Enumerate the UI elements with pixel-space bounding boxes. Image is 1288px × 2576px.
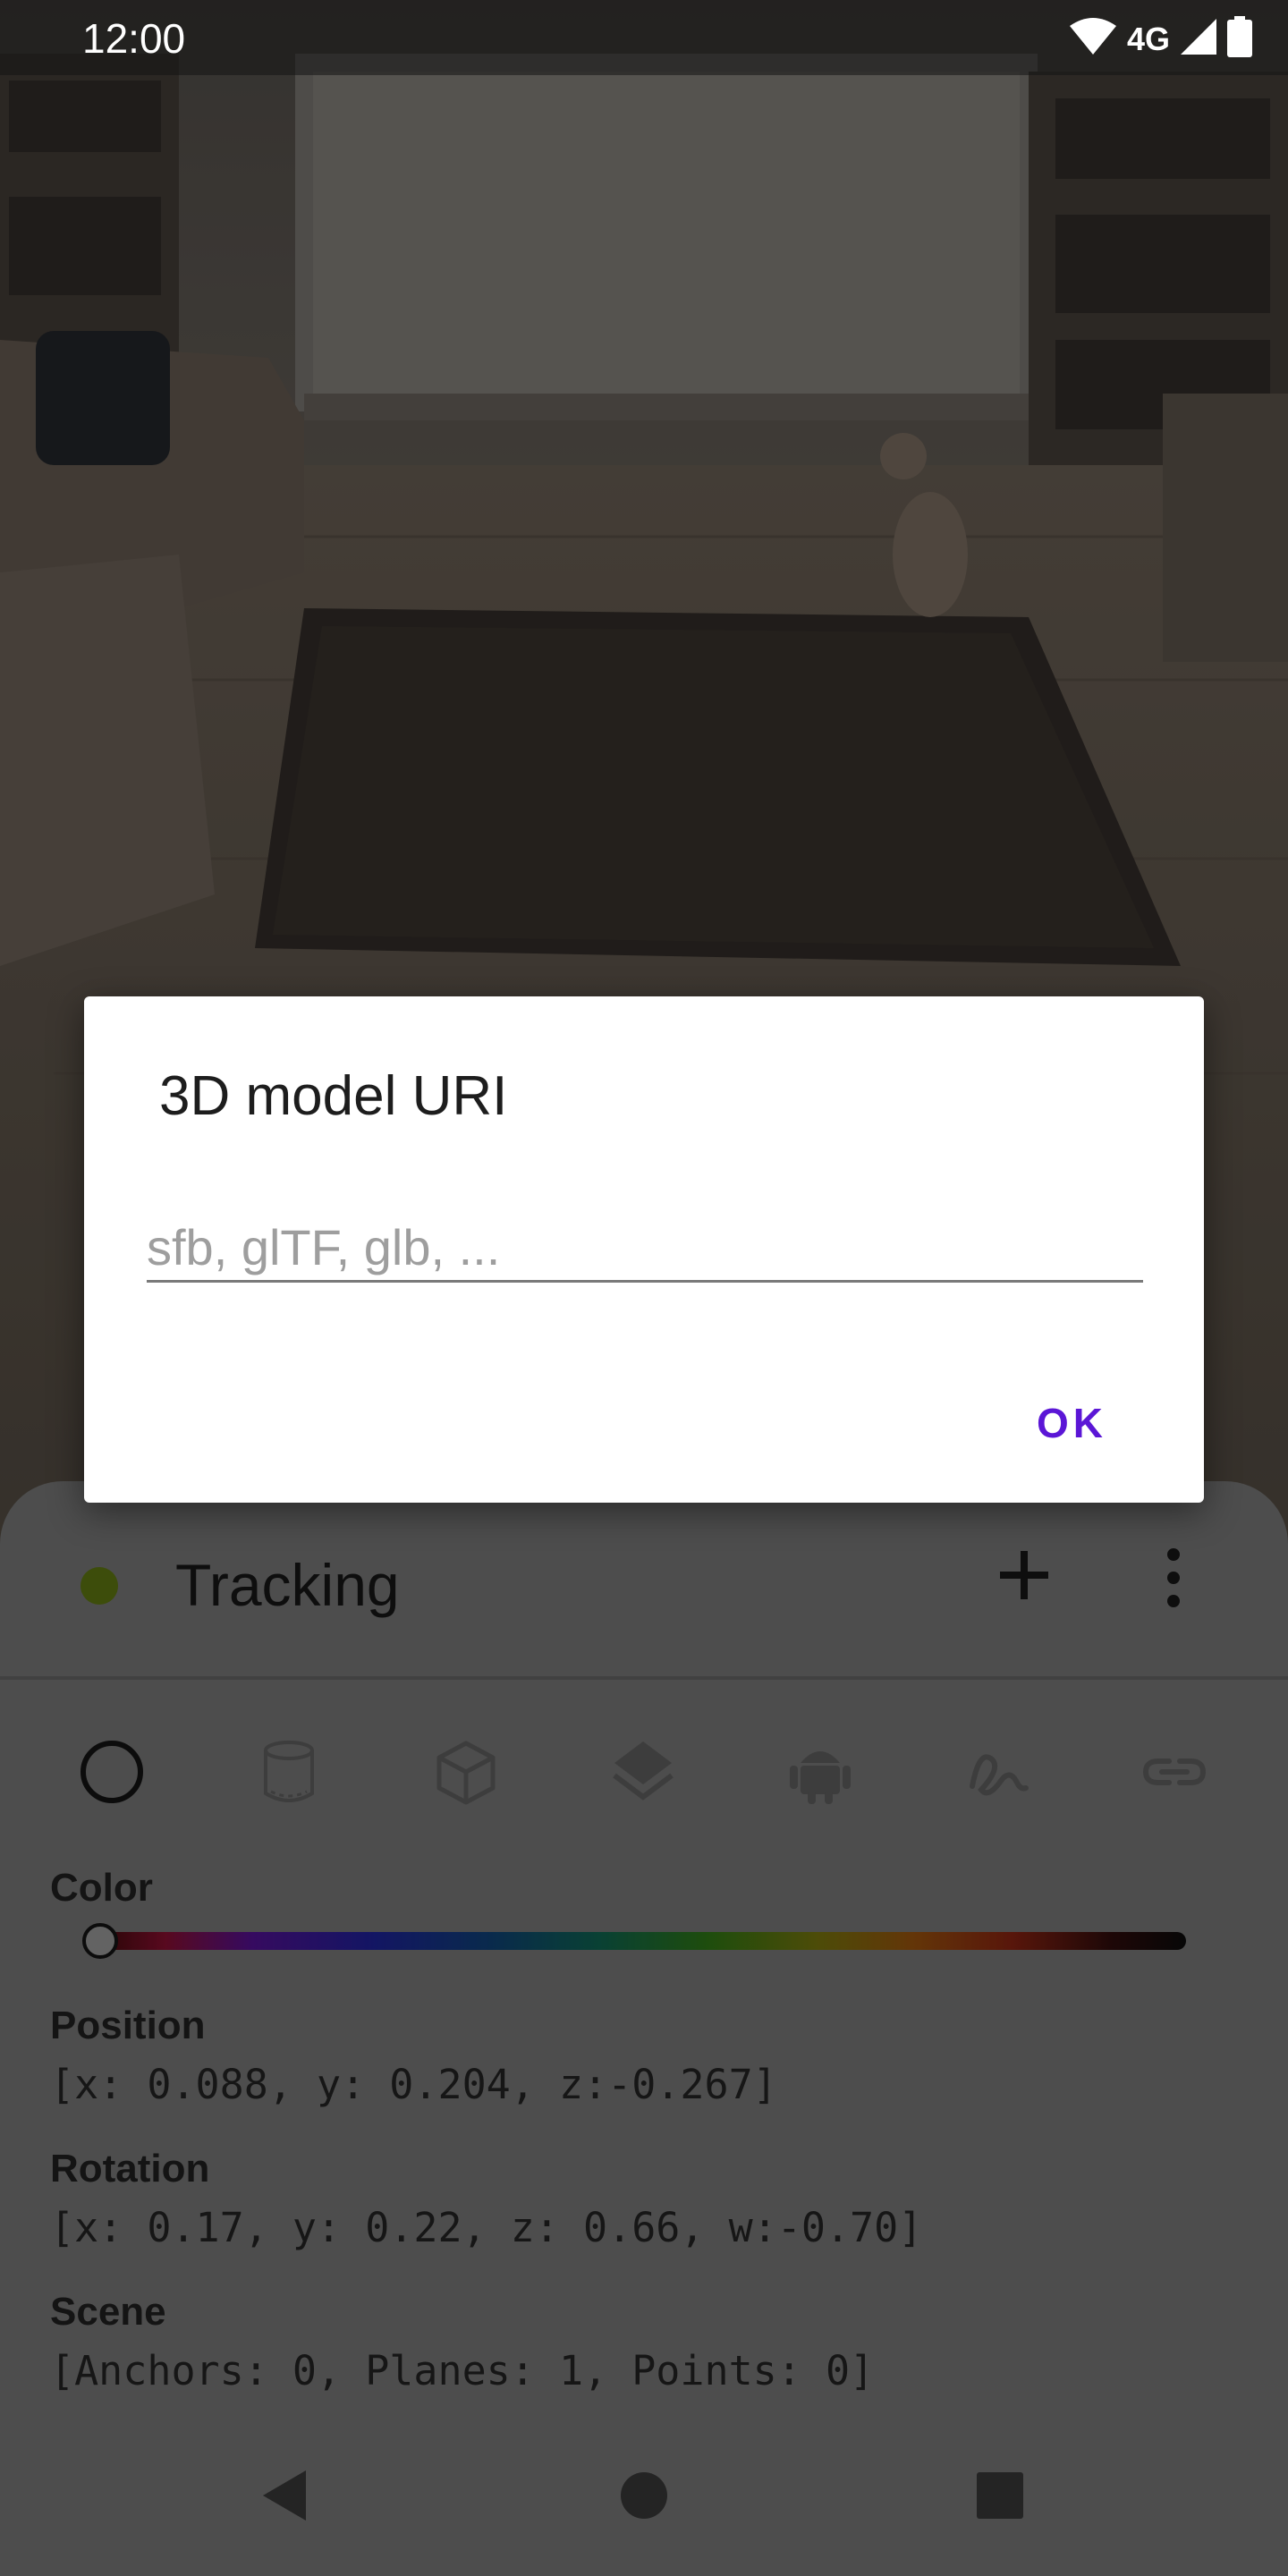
recents-icon [977, 2472, 1023, 2519]
cylinder-icon [264, 1741, 314, 1802]
add-button[interactable] [993, 1544, 1055, 1606]
tracking-status-dot [80, 1567, 118, 1605]
android-icon [790, 1751, 851, 1804]
home-icon [621, 2472, 667, 2519]
scene-label: Scene [50, 2290, 166, 2334]
color-slider-thumb[interactable] [82, 1923, 118, 1959]
position-value: [x: 0.088, y: 0.204, z:-0.267] [50, 2061, 777, 2108]
battery-icon [1227, 16, 1252, 62]
layers-tool-button[interactable] [594, 1723, 692, 1821]
plus-icon [1000, 1551, 1048, 1599]
cellular-signal-icon [1179, 17, 1218, 61]
tracking-title: Tracking [175, 1552, 400, 1618]
sheet-header: Tracking [0, 1481, 1288, 1680]
status-bar: 12:00 4G [0, 0, 1288, 75]
link-tool-button[interactable] [1125, 1723, 1224, 1821]
rotation-label: Rotation [50, 2147, 210, 2190]
cylinder-tool-button[interactable] [240, 1723, 338, 1821]
nav-recents-button[interactable] [946, 2442, 1054, 2549]
network-type-label: 4G [1126, 20, 1170, 57]
cube-tool-button[interactable] [417, 1723, 515, 1821]
ok-button[interactable]: OK [1021, 1388, 1123, 1458]
position-label: Position [50, 2004, 206, 2047]
scene-value: [Anchors: 0, Planes: 1, Points: 0] [50, 2347, 875, 2394]
more-options-button[interactable] [1147, 1544, 1200, 1612]
color-slider[interactable] [100, 1932, 1186, 1950]
sphere-tool-button[interactable] [63, 1723, 161, 1821]
draw-icon [970, 1754, 1029, 1796]
layers-icon [613, 1741, 674, 1801]
nav-home-button[interactable] [590, 2442, 698, 2549]
model-tools-row [0, 1723, 1288, 1830]
nav-back-button[interactable] [231, 2442, 338, 2549]
more-vert-icon [1167, 1548, 1180, 1607]
link-icon [1142, 1758, 1207, 1785]
dialog-title: 3D model URI [159, 1065, 508, 1127]
wifi-icon [1068, 17, 1118, 61]
back-icon [263, 2470, 306, 2521]
status-time: 12:00 [82, 15, 186, 62]
cube-icon [436, 1741, 496, 1805]
draw-tool-button[interactable] [948, 1723, 1046, 1821]
model-uri-input[interactable] [147, 1220, 1143, 1283]
color-label: Color [50, 1866, 153, 1910]
sphere-icon [80, 1741, 143, 1803]
navigation-bar [0, 2442, 1288, 2576]
rotation-value: [x: 0.17, y: 0.22, z: 0.66, w:-0.70] [50, 2204, 923, 2251]
model-uri-dialog: 3D model URI OK [84, 996, 1204, 1503]
android-tool-button[interactable] [771, 1723, 869, 1821]
bottom-sheet[interactable]: Tracking Color Position [x: 0.088, y: 0.… [0, 1481, 1288, 2576]
status-icons: 4G [1068, 16, 1252, 62]
